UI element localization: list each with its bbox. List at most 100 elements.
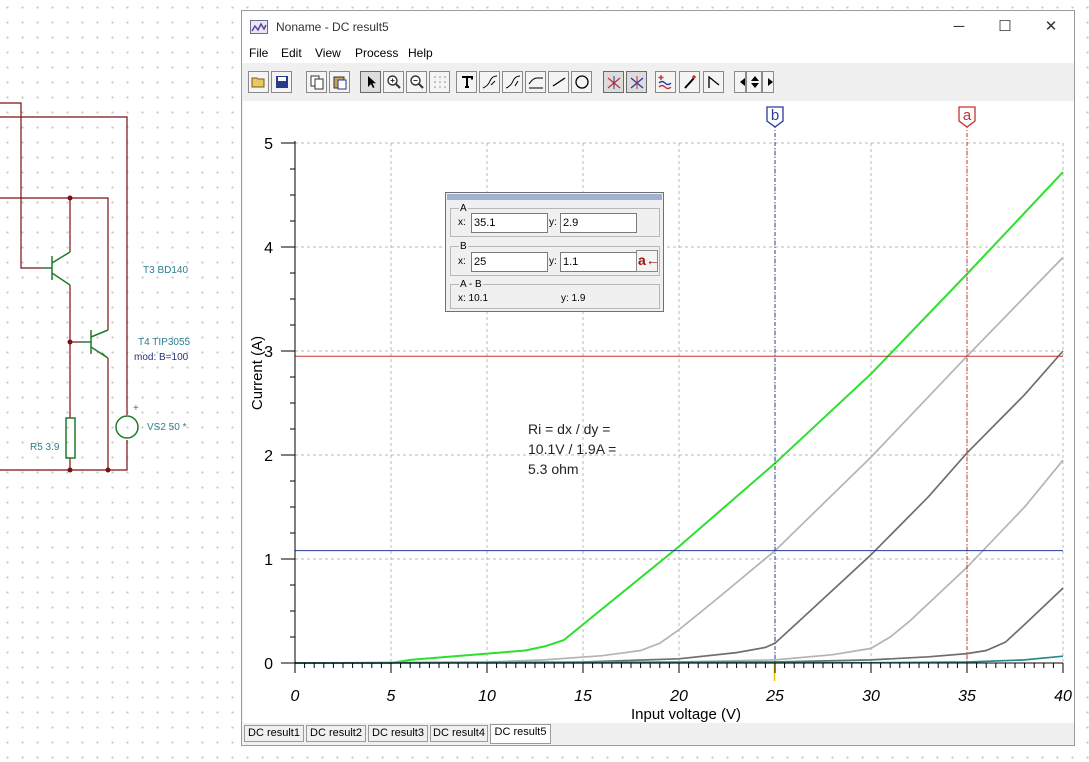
grid-icon	[434, 76, 446, 88]
cursor-b-y-field[interactable]	[560, 252, 637, 272]
x-tick-label: 10	[478, 688, 496, 705]
transistor-t3-icon	[44, 251, 71, 286]
cursor-b-x-field[interactable]	[471, 252, 548, 272]
cursor-a-y-field[interactable]	[560, 213, 637, 233]
curve-tool-3-icon	[528, 77, 543, 89]
cursor-a-x-field[interactable]	[471, 213, 548, 233]
pointer-icon	[368, 76, 376, 88]
probe-icon	[684, 75, 696, 89]
series-line-4	[294, 459, 1064, 664]
x-tick-label: 5	[387, 688, 396, 705]
resistor-r5-icon	[65, 417, 76, 459]
cursor-a-x-label: x:	[458, 217, 466, 228]
probe-button[interactable]	[679, 71, 700, 93]
y-tick-label: 2	[264, 448, 273, 465]
scroll-right-button[interactable]	[762, 71, 774, 93]
y-tick-label: 1	[264, 552, 273, 569]
annotation-line-3: 5.3 ohm	[528, 461, 579, 477]
window-title: Noname - DC result5	[276, 20, 389, 34]
save-button[interactable]	[271, 71, 292, 93]
cursor-diff-y: y: 1.9	[561, 293, 586, 304]
cursor-a-flag-label: a	[963, 107, 972, 124]
menu-help[interactable]: Help	[408, 46, 433, 60]
menu-view[interactable]: View	[315, 46, 341, 60]
zoom-in-button[interactable]	[383, 71, 404, 93]
paste-icon	[333, 76, 347, 90]
cursor-a-button[interactable]	[603, 71, 624, 93]
curve-tool-2-button[interactable]	[502, 71, 523, 93]
schematic-canvas	[0, 102, 139, 473]
maximize-button[interactable]: ☐	[982, 11, 1028, 43]
circle-button[interactable]	[571, 71, 592, 93]
cursor-diff-title: A - B	[459, 279, 483, 290]
set-b-label: a←	[638, 252, 660, 268]
annotation-line-2: 10.1V / 1.9A =	[528, 441, 617, 457]
text-button[interactable]	[456, 71, 477, 93]
cursor-b-title: B	[459, 241, 468, 252]
cursor-b-button[interactable]	[626, 71, 647, 93]
app-icon	[250, 20, 268, 34]
label-t4: T4 TIP3055	[138, 337, 191, 348]
cursor-readout-panel[interactable]: A x: y: B x: y: a← A - B x: 10.1 y: 1.9	[445, 192, 664, 312]
paste-button[interactable]	[329, 71, 350, 93]
updown-icon	[751, 76, 759, 88]
label-r5: R5 3.9	[30, 442, 60, 453]
copy-icon	[310, 75, 324, 90]
x-axis-label: Input voltage (V)	[631, 706, 741, 723]
cursor-diff-x: x: 10.1	[458, 293, 489, 304]
set-b-from-a-button[interactable]: a←	[636, 250, 660, 272]
y-tick-label: 4	[264, 240, 273, 257]
pointer-button[interactable]	[360, 71, 381, 93]
tab-dc-result2[interactable]: DC result2	[306, 725, 366, 742]
close-button[interactable]: ✕	[1028, 11, 1074, 43]
tab-dc-result3[interactable]: DC result3	[368, 725, 428, 742]
menu-edit[interactable]: Edit	[281, 46, 302, 60]
x-tick-label: 15	[574, 688, 592, 705]
x-tick-label: 35	[958, 688, 976, 705]
copy-button[interactable]	[306, 71, 327, 93]
cursor-a-icon	[607, 76, 621, 89]
curve-tool-button[interactable]	[479, 71, 500, 93]
scroll-left-button[interactable]	[734, 71, 746, 93]
label-t4-model: mod: B=100	[134, 352, 189, 363]
minimize-button[interactable]: ─	[936, 11, 982, 43]
label-t3: T3 BD140	[143, 265, 189, 276]
curve-tool-icon	[482, 75, 498, 89]
cursor-b-icon	[630, 76, 644, 89]
arrow-right-icon	[768, 78, 773, 86]
zoom-out-button[interactable]	[406, 71, 427, 93]
wave-add-icon	[658, 75, 672, 90]
tab-dc-result1[interactable]: DC result1	[244, 725, 304, 742]
scroll-updown-button[interactable]	[746, 71, 762, 93]
y-axis-label: Current (A)	[249, 336, 266, 410]
grid-button[interactable]	[429, 71, 450, 93]
open-button[interactable]	[248, 71, 269, 93]
x-tick-label: 40	[1054, 688, 1072, 705]
line-button[interactable]	[548, 71, 569, 93]
annotation-line-1: Ri = dx / dy =	[528, 421, 611, 437]
tab-dc-result4[interactable]: DC result4	[430, 725, 488, 742]
toolbar	[242, 67, 1074, 101]
result-window: Noname - DC result5 ─ ☐ ✕ File Edit View…	[241, 10, 1075, 746]
x-tick-label: 25	[765, 688, 784, 705]
curve-tool-2-icon	[505, 75, 521, 89]
menu-process[interactable]: Process	[355, 46, 398, 60]
tab-dc-result5[interactable]: DC result5	[490, 724, 551, 744]
step-button[interactable]	[703, 71, 724, 93]
line-icon	[552, 77, 566, 87]
resistance-annotation[interactable]: Ri = dx / dy = 10.1V / 1.9A = 5.3 ohm	[528, 419, 616, 479]
menu-file[interactable]: File	[249, 46, 268, 60]
y-tick-label: 0	[264, 656, 273, 673]
save-icon	[276, 76, 288, 88]
curve-tool-3-button[interactable]	[525, 71, 546, 93]
title-bar[interactable]: Noname - DC result5 ─ ☐ ✕	[242, 11, 1074, 43]
plot-area[interactable]: ab 0 1 2 3 4 5 0 5 10 15 20 25 30 35 40 Input voltage (…	[243, 101, 1074, 723]
cursor-a-y-label: y:	[549, 217, 557, 228]
menu-bar: File Edit View Process Help	[242, 43, 1074, 63]
cursor-b-group: B x: y:	[450, 241, 660, 276]
cursor-b-flag-label: b	[771, 107, 779, 124]
panel-title-bar[interactable]	[447, 194, 662, 200]
label-vs2-plus: +	[133, 403, 139, 414]
add-wave-button[interactable]	[655, 71, 676, 93]
zoom-out-icon	[410, 75, 424, 89]
